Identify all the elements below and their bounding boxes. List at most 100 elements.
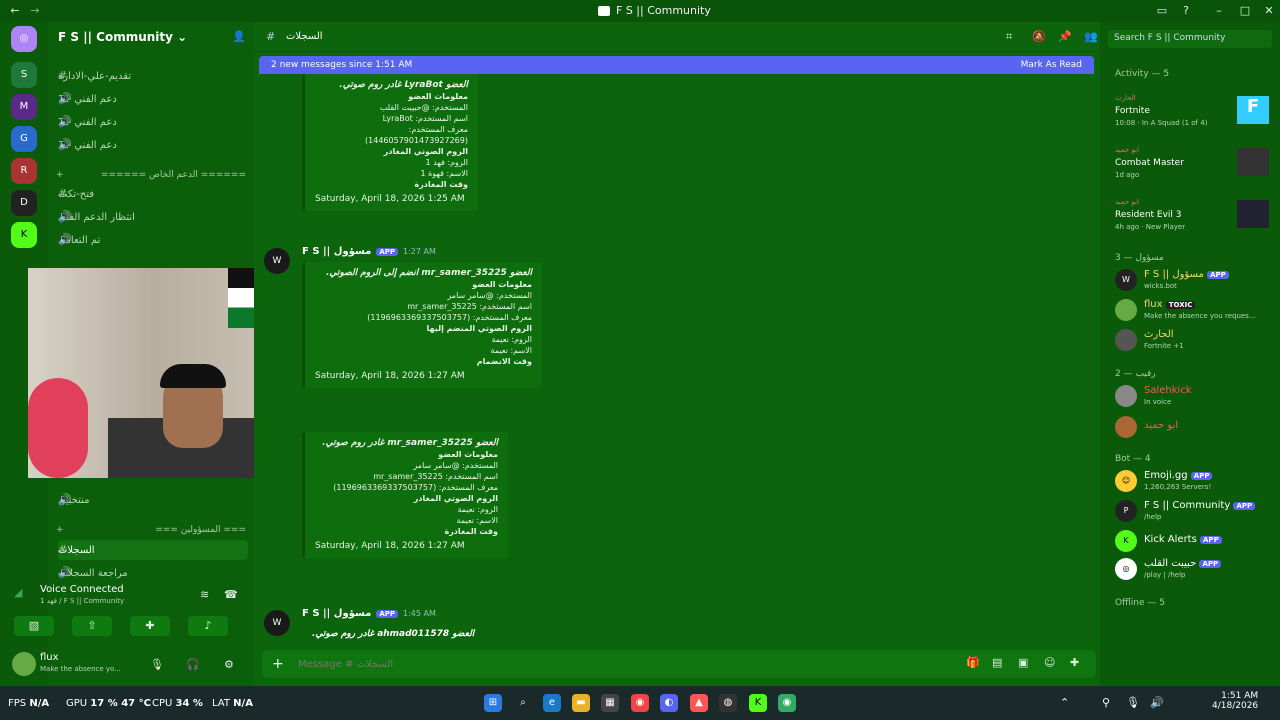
message-input[interactable] (298, 656, 598, 672)
forward-arrow-icon[interactable]: → (28, 4, 42, 18)
minimize-icon[interactable]: – (1212, 4, 1226, 18)
mute-icon[interactable]: 🔕 (1032, 30, 1046, 43)
emoji-icon[interactable]: ☺ (1044, 656, 1055, 669)
member-item[interactable]: ابو حميد (1115, 414, 1275, 444)
add-attachment-icon[interactable]: + (272, 656, 284, 672)
channel-item-selected[interactable]: # السجلات (58, 540, 248, 560)
obs-icon[interactable]: ◍ (719, 694, 737, 712)
discord-icon[interactable]: ◐ (660, 694, 678, 712)
brave-icon[interactable]: ▲ (690, 694, 708, 712)
avatar[interactable]: W (264, 610, 290, 636)
title-bar: ← → F S || Community ▭ ? – □ ✕ (0, 0, 1280, 22)
voice-detail: فهد 1 / F S || Community (40, 597, 125, 605)
server-icon-4[interactable]: R (11, 158, 37, 184)
member-item[interactable]: الحارث Fortnite +1 (1115, 327, 1275, 357)
channel-item[interactable]: 🔊 دعم الفني - 1 (58, 89, 248, 109)
activity-card[interactable]: ابو حميد Resident Evil 3 4h ago · New Play… (1115, 198, 1275, 231)
embed-title: العضو ahmad011578 غادر روم صوتي. (312, 629, 475, 639)
activity-card[interactable]: الحارث Fortnite 10:08 · In A Squad (1 of 4… (1115, 94, 1275, 127)
search-input[interactable]: Search F S || Community (1108, 30, 1272, 48)
screen-share-icon[interactable]: ⇧ (72, 616, 112, 636)
channel-item[interactable]: # تقديم-علي-الادارة (58, 66, 248, 86)
noise-suppression-icon[interactable]: ≋ (200, 588, 209, 601)
gear-icon[interactable]: ⚙ (224, 658, 234, 671)
channel-item[interactable]: 🔊 انتظار الدعم الفني (58, 207, 248, 227)
gif-icon[interactable]: ▤ (992, 656, 1002, 669)
sticker-icon[interactable]: ▣ (1018, 656, 1028, 669)
mark-as-read-button[interactable]: Mark As Read (1021, 60, 1082, 70)
edge-icon[interactable]: e (543, 694, 561, 712)
add-member-icon[interactable]: 👤 (232, 30, 246, 43)
soundboard-icon[interactable]: ♪ (188, 616, 228, 636)
chrome-alt-icon[interactable]: ◉ (778, 694, 796, 712)
avatar[interactable]: W (264, 248, 290, 274)
channel-item[interactable]: 🔊 تم التعامل (58, 230, 248, 250)
server-icon-1[interactable]: S (11, 62, 37, 88)
server-icon-6[interactable]: K (11, 222, 37, 248)
avatar[interactable] (12, 652, 36, 676)
member-item[interactable]: flux TOXIC Make the absence you reques... (1115, 297, 1275, 327)
microphone-tray-icon[interactable]: 🎙 (1126, 696, 1140, 709)
channel-header: # السجلات ⌗ 🔕 📌 👥 (254, 22, 1100, 52)
maximize-icon[interactable]: □ (1238, 4, 1252, 18)
category-header[interactable]: + ====== الدعم الخاص ====== (56, 170, 246, 180)
kick-icon[interactable]: K (749, 694, 767, 712)
member-item[interactable]: Salehkick In voice (1115, 383, 1275, 413)
channel-item[interactable]: 🔊 دعم الفني - 2 (58, 112, 248, 132)
activities-icon[interactable]: ✚ (130, 616, 170, 636)
pin-icon[interactable]: 📌 (1058, 30, 1072, 43)
gpu-readout: GPU 17 % 47 °C (66, 698, 151, 709)
user-status: Make the absence yo... (40, 665, 121, 673)
new-messages-bar[interactable]: 2 new messages since 1:51 AM Mark As Read (259, 56, 1094, 74)
role-header: Offline — 5 (1115, 598, 1165, 608)
member-item[interactable]: WF S || مسؤول APP wicks.bot (1115, 267, 1275, 297)
signal-icon: ◢ (14, 586, 23, 599)
activity-card[interactable]: ابو حميد Combat Master 1d ago (1115, 146, 1275, 179)
fps-readout: FPS N/A (8, 698, 50, 709)
home-server-icon[interactable]: ◎ (11, 26, 37, 52)
member-item[interactable]: K Kick Alerts APP (1115, 528, 1275, 558)
server-icon-2[interactable]: M (11, 94, 37, 120)
start-icon[interactable]: ⊞ (484, 694, 502, 712)
headphones-icon[interactable]: 🎧 (186, 658, 200, 671)
chrome-icon[interactable]: ◉ (631, 694, 649, 712)
gift-icon[interactable]: 🎁 (966, 656, 980, 669)
channel-item[interactable]: 🔊 منتخبين (58, 490, 248, 510)
member-list-icon[interactable]: 👥 (1084, 30, 1098, 43)
apps-icon[interactable]: ✚ (1070, 656, 1079, 669)
user-bar: flux Make the absence yo... 🎙 🎧 ⚙ (6, 650, 248, 680)
close-icon[interactable]: ✕ (1262, 4, 1276, 18)
member-item[interactable]: ☺ Emoji.gg APP 1,260,263 Servers! (1115, 468, 1275, 498)
discord-icon (598, 5, 610, 16)
member-item[interactable]: ◎ حبيبت القلب APP/play | /help (1115, 556, 1275, 586)
hash-icon: # (266, 30, 276, 43)
back-arrow-icon[interactable]: ← (8, 4, 22, 18)
channel-item[interactable]: 🔊 دعم الفني - 3 (58, 135, 248, 155)
log-embed: العضو LyraBot غادر روم صوتي. معلومات الع… (302, 74, 478, 211)
threads-icon[interactable]: ⌗ (1006, 30, 1012, 44)
category-header[interactable]: + === المسؤولين === (56, 525, 246, 535)
microphone-icon[interactable]: 🎙 (150, 658, 164, 671)
folder-icon[interactable]: ▬ (572, 694, 590, 712)
clock[interactable]: 1:51 AM 4/18/2026 (1212, 691, 1258, 711)
camera-icon[interactable]: ▧ (14, 616, 54, 636)
channel-item[interactable]: # فتح-تكت (58, 184, 248, 204)
network-icon[interactable]: ⚲ (1102, 696, 1110, 709)
store-icon[interactable]: ▦ (601, 694, 619, 712)
member-list: Search F S || Community Activity — 5 الح… (1100, 22, 1280, 686)
activity-header: Activity — 5 (1115, 69, 1170, 79)
chevron-up-icon[interactable]: ⌃ (1060, 696, 1069, 709)
disconnect-icon[interactable]: ☎ (224, 588, 238, 601)
server-icon-3[interactable]: G (11, 126, 37, 152)
server-name[interactable]: F S || Community ⌄ (58, 30, 187, 44)
server-icon-5[interactable]: D (11, 190, 37, 216)
speaker-icon[interactable]: 🔊 (1150, 696, 1164, 709)
search-icon[interactable]: ⌕ (514, 694, 532, 712)
log-embed: العضو mr_samer_35225 غادر روم صوتي. معلو… (302, 432, 508, 558)
member-item[interactable]: PF S || Community APP/help (1115, 498, 1275, 528)
message-composer: + 🎁 ▤ ▣ ☺ ✚ (262, 650, 1096, 678)
message-header: F S || مسؤول APP 1:27 AM (302, 246, 436, 257)
help-icon[interactable]: ? (1179, 4, 1193, 18)
message-header: F S || مسؤول APP 1:45 AM (302, 608, 436, 619)
inbox-icon[interactable]: ▭ (1155, 4, 1169, 18)
